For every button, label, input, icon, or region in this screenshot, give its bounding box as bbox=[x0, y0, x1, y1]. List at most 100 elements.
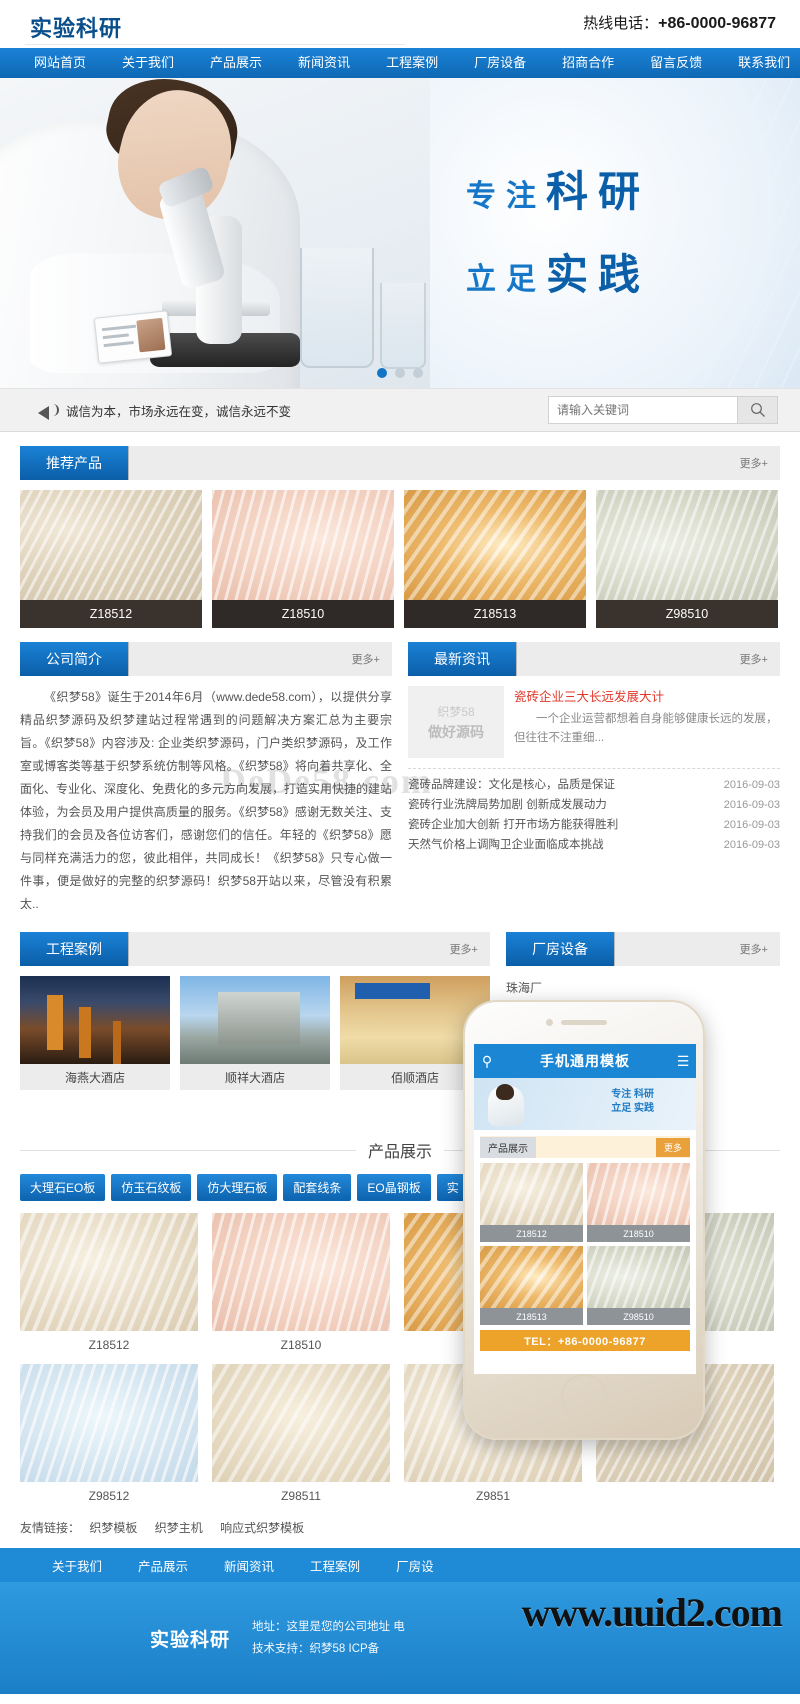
nav-item-cooperation[interactable]: 招商合作 bbox=[544, 48, 632, 78]
phone-product-grid: Z18512 Z18510 Z18513 Z98510 bbox=[474, 1158, 696, 1325]
nav-item-equipment[interactable]: 厂房设备 bbox=[456, 48, 544, 78]
about-section-bar: 公司简介 更多+ bbox=[20, 642, 392, 676]
tab-category-3[interactable]: 仿大理石板 bbox=[197, 1174, 278, 1201]
hero-banner: 专注科研 立足实践 bbox=[0, 78, 800, 388]
search-icon[interactable]: ⚲ bbox=[474, 1053, 500, 1070]
friendly-links: 友情链接： 织梦模板 织梦主机 响应式织梦模板 bbox=[20, 1519, 780, 1548]
slogan-line2-big: 实践 bbox=[545, 251, 650, 298]
news-title: 最新资讯 bbox=[408, 642, 516, 676]
equipment-more-link[interactable]: 更多+ bbox=[740, 932, 780, 966]
product-name: Z18510 bbox=[587, 1225, 690, 1242]
featured-more-link[interactable]: 更多+ bbox=[740, 446, 780, 480]
product-card[interactable]: Z18513 bbox=[480, 1246, 583, 1325]
footer-nav-news[interactable]: 新闻资讯 bbox=[206, 1556, 292, 1575]
news-featured-title[interactable]: 瓷砖企业三大长远发展大计 bbox=[514, 686, 780, 705]
phone-screen: ⚲ 手机通用模板 ☰ 专注 科研 立足 实践 产品展示 更多 Z18512 Z1… bbox=[474, 1044, 696, 1374]
product-card[interactable]: Z98510 bbox=[587, 1246, 690, 1325]
nav-item-cases[interactable]: 工程案例 bbox=[368, 48, 456, 78]
product-card[interactable]: Z18512 bbox=[20, 490, 202, 628]
footer-nav-equipment[interactable]: 厂房设 bbox=[378, 1556, 452, 1575]
product-card[interactable]: Z18510 bbox=[587, 1163, 690, 1242]
product-image bbox=[20, 1364, 198, 1482]
site-logo[interactable]: 实验科研 bbox=[30, 11, 122, 43]
banner-dot-2[interactable] bbox=[395, 368, 405, 378]
footer-nav-products[interactable]: 产品展示 bbox=[120, 1556, 206, 1575]
list-item[interactable]: 珠海厂 bbox=[506, 976, 780, 1000]
product-card[interactable]: Z98510 bbox=[596, 490, 778, 628]
news-featured-desc: 一个企业运营都想着自身能够健康长远的发展，但往往不注重细... bbox=[514, 713, 778, 744]
list-item[interactable]: 天然气价格上调陶卫企业面临成本挑战 2016-09-03 bbox=[408, 835, 780, 855]
footer-nav-cases[interactable]: 工程案例 bbox=[292, 1556, 378, 1575]
nav-item-products[interactable]: 产品展示 bbox=[192, 48, 280, 78]
cases-title: 工程案例 bbox=[20, 932, 128, 966]
nav-item-contact[interactable]: 联系我们 bbox=[720, 48, 800, 78]
nav-item-home[interactable]: 网站首页 bbox=[28, 48, 104, 78]
about-news-row: 公司简介 更多+ 《织梦58》诞生于2014年6月（www.dede58.com… bbox=[20, 642, 780, 916]
slogan-line1-big: 科研 bbox=[545, 168, 650, 215]
list-item[interactable]: 瓷砖品牌建设：文化是核心，品质是保证 2016-09-03 bbox=[408, 775, 780, 795]
phone-section-more[interactable]: 更多 bbox=[655, 1137, 690, 1157]
footer-nav-about[interactable]: 关于我们 bbox=[34, 1556, 120, 1575]
news-item-title[interactable]: 瓷砖行业洗牌局势加剧 创新成发展动力 bbox=[408, 795, 607, 815]
case-name: 海燕大酒店 bbox=[20, 1064, 170, 1090]
phone-home-button[interactable] bbox=[561, 1374, 607, 1420]
footer-nav: 关于我们 产品展示 新闻资讯 工程案例 厂房设 bbox=[0, 1548, 800, 1582]
cases-items: 海燕大酒店 顺祥大酒店 佰顺酒店 bbox=[20, 976, 490, 1090]
product-image bbox=[596, 490, 778, 600]
page-root: 实验科研 热线电话：+86-0000-96877 网站首页 关于我们 产品展示 … bbox=[0, 0, 800, 1694]
product-name: Z9851 bbox=[475, 1489, 511, 1503]
product-name: Z18510 bbox=[280, 1338, 322, 1352]
news-item-title[interactable]: 瓷砖品牌建设：文化是核心，品质是保证 bbox=[408, 775, 615, 795]
tab-category-2[interactable]: 仿玉石纹板 bbox=[111, 1174, 192, 1201]
featured-product-row: Z18512 Z18510 Z18513 Z98510 bbox=[20, 490, 780, 628]
news-item-date: 2016-09-03 bbox=[723, 799, 780, 811]
product-image bbox=[212, 490, 394, 600]
product-image bbox=[587, 1163, 690, 1225]
product-card[interactable]: Z18510 bbox=[212, 490, 394, 628]
product-card[interactable]: Z18513 bbox=[404, 490, 586, 628]
tab-category-5[interactable]: EO晶钢板 bbox=[357, 1174, 431, 1201]
product-card[interactable]: Z98512 bbox=[20, 1364, 198, 1503]
product-card[interactable]: Z18512 bbox=[480, 1163, 583, 1242]
banner-dot-3[interactable] bbox=[413, 368, 423, 378]
friendly-link-1[interactable]: 织梦模板 bbox=[89, 1521, 137, 1535]
about-column: 公司简介 更多+ 《织梦58》诞生于2014年6月（www.dede58.com… bbox=[20, 642, 392, 916]
phone-speaker bbox=[561, 1020, 607, 1025]
nav-item-news[interactable]: 新闻资讯 bbox=[280, 48, 368, 78]
list-item[interactable]: 瓷砖行业洗牌局势加剧 创新成发展动力 2016-09-03 bbox=[408, 795, 780, 815]
cases-more-link[interactable]: 更多+ bbox=[450, 932, 490, 966]
search-button[interactable] bbox=[738, 396, 778, 424]
notice-bar: 诚信为本，市场永远在变，诚信永远不变 bbox=[0, 388, 800, 432]
tab-category-4[interactable]: 配套线条 bbox=[283, 1174, 352, 1201]
search-input[interactable] bbox=[548, 396, 738, 424]
news-item-date: 2016-09-03 bbox=[723, 779, 780, 791]
product-card[interactable]: Z98511 bbox=[212, 1364, 390, 1503]
nav-item-feedback[interactable]: 留言反馈 bbox=[632, 48, 720, 78]
product-card[interactable]: Z18510 bbox=[212, 1213, 390, 1352]
friendly-link-3[interactable]: 响应式织梦模板 bbox=[220, 1521, 304, 1535]
news-item-title[interactable]: 瓷砖企业加大创新 打开市场方能获得胜利 bbox=[408, 815, 618, 835]
news-more-link[interactable]: 更多+ bbox=[740, 642, 780, 676]
list-item[interactable]: 瓷砖企业加大创新 打开市场方能获得胜利 2016-09-03 bbox=[408, 815, 780, 835]
product-card[interactable]: Z18512 bbox=[20, 1213, 198, 1352]
news-item-title[interactable]: 天然气价格上调陶卫企业面临成本挑战 bbox=[408, 835, 604, 855]
search-box[interactable] bbox=[548, 396, 778, 424]
case-card[interactable]: 顺祥大酒店 bbox=[180, 976, 330, 1090]
phone-tel-bar[interactable]: TEL：+86-0000-96877 bbox=[480, 1330, 690, 1351]
banner-dot-1[interactable] bbox=[377, 368, 387, 378]
main-nav: 网站首页 关于我们 产品展示 新闻资讯 工程案例 厂房设备 招商合作 留言反馈 … bbox=[0, 48, 800, 78]
banner-dots[interactable] bbox=[377, 368, 423, 378]
case-card[interactable]: 海燕大酒店 bbox=[20, 976, 170, 1090]
news-featured[interactable]: 织梦58 做好源码 瓷砖企业三大长远发展大计 一个企业运营都想着自身能够健康长远… bbox=[408, 686, 780, 758]
hamburger-icon[interactable]: ☰ bbox=[670, 1053, 696, 1070]
footer-logo: 实验科研 bbox=[150, 1629, 231, 1651]
friendly-link-2[interactable]: 织梦主机 bbox=[155, 1521, 203, 1535]
phone-banner-line2: 立足 实践 bbox=[611, 1103, 654, 1114]
about-more-link[interactable]: 更多+ bbox=[352, 642, 392, 676]
footer-support: 技术支持：织梦58 ICP备 bbox=[252, 1643, 380, 1655]
tab-category-1[interactable]: 大理石EO板 bbox=[20, 1174, 106, 1201]
hotline-label: 热线电话： bbox=[583, 15, 659, 32]
product-name: Z18510 bbox=[212, 600, 394, 628]
nav-item-about[interactable]: 关于我们 bbox=[104, 48, 192, 78]
horn-icon bbox=[38, 403, 59, 420]
